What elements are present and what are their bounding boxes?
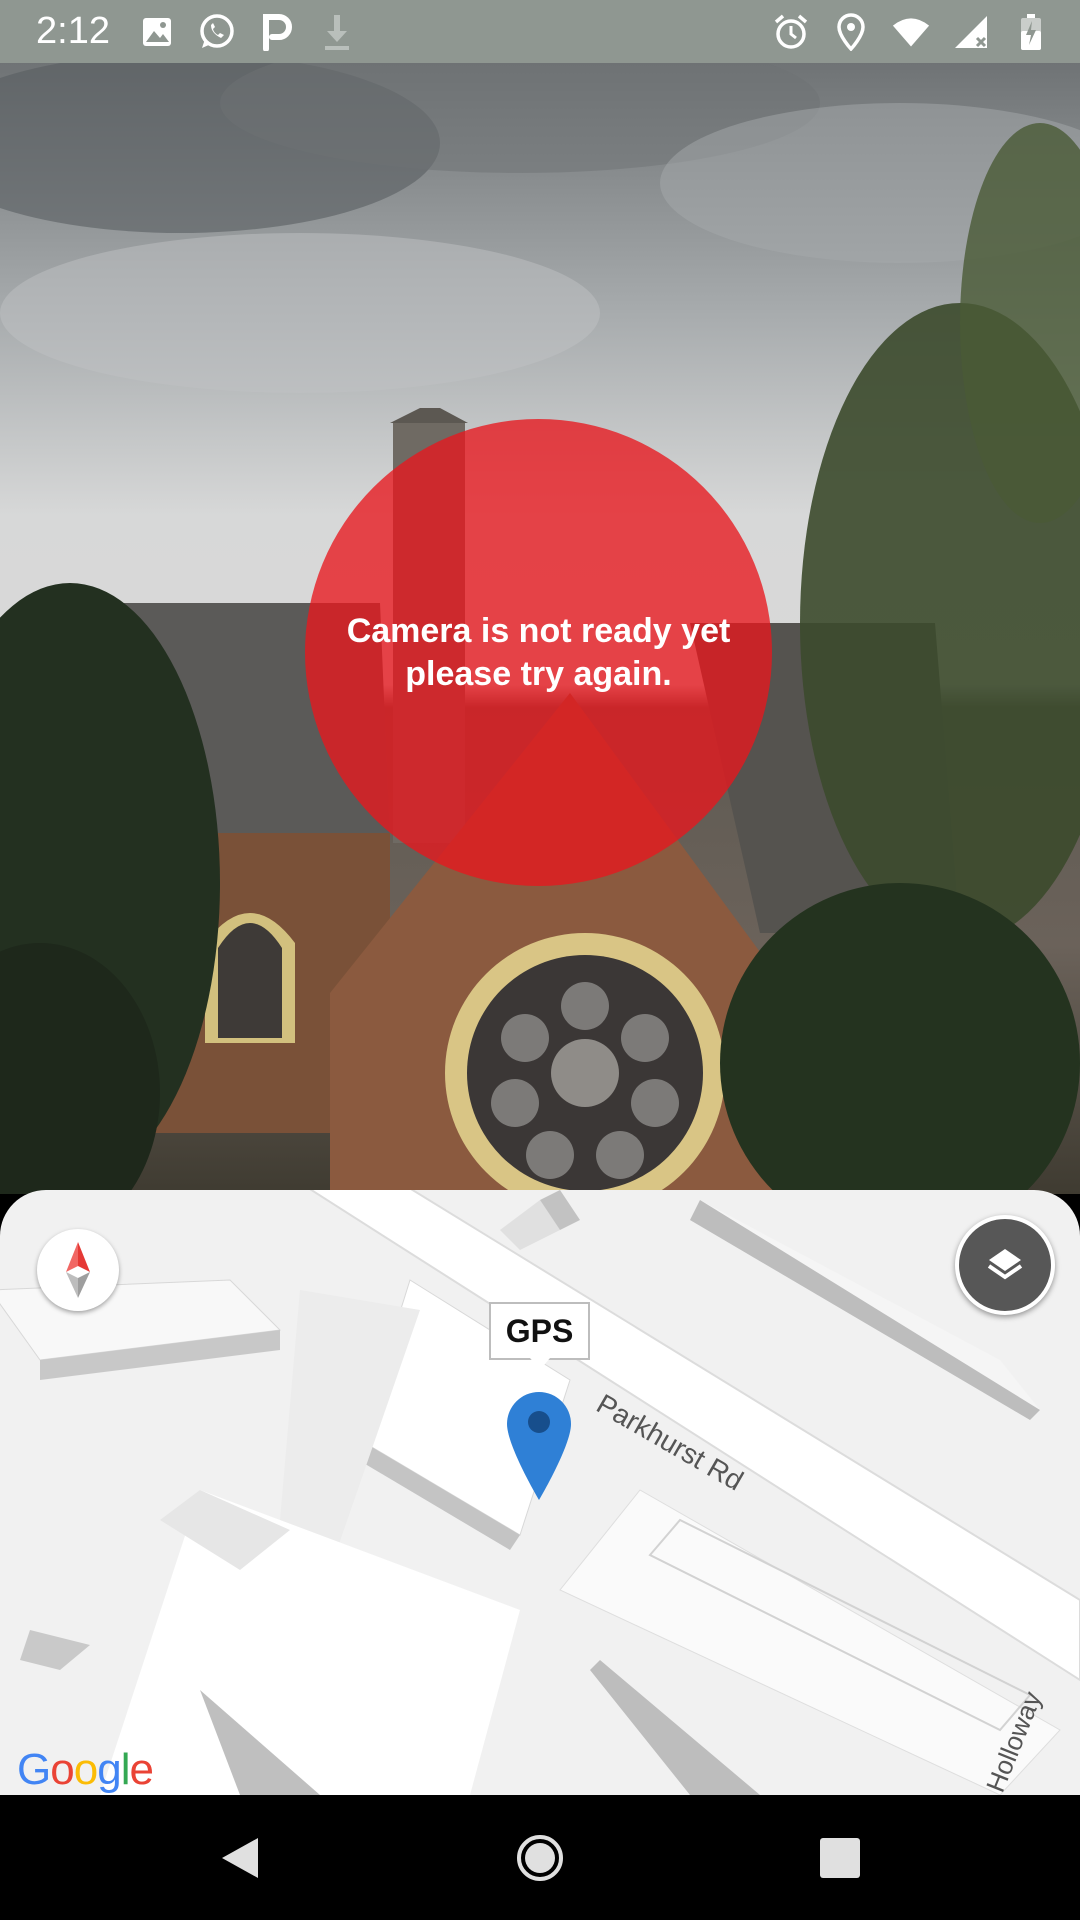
wifi-icon — [892, 13, 930, 51]
whatsapp-icon — [198, 13, 236, 51]
location-pin-icon[interactable] — [505, 1390, 573, 1502]
back-button[interactable] — [200, 1795, 280, 1920]
camera-error-line1: Camera is not ready yet — [346, 611, 731, 650]
image-icon — [138, 13, 176, 51]
camera-preview: Camera is not ready yet please try again… — [0, 63, 1080, 1194]
home-button[interactable] — [500, 1795, 580, 1920]
recents-button[interactable] — [800, 1795, 880, 1920]
back-icon — [222, 1837, 258, 1878]
navigation-bar — [0, 1795, 1080, 1920]
camera-error-overlay[interactable]: Camera is not ready yet please try again… — [305, 419, 772, 886]
alarm-icon — [772, 13, 810, 51]
notification-icons — [138, 13, 356, 51]
gps-marker-label: GPS — [489, 1302, 590, 1360]
compass-button[interactable] — [37, 1229, 119, 1311]
camera-error-line2: please try again. — [405, 654, 672, 693]
download-icon — [318, 13, 356, 51]
status-bar: 2:12 — [0, 0, 1080, 63]
battery-icon — [1012, 13, 1050, 51]
location-icon — [832, 12, 870, 51]
google-attribution-logo: Google — [17, 1745, 154, 1794]
status-time: 2:12 — [36, 10, 110, 52]
recents-icon — [820, 1837, 860, 1878]
compass-icon — [66, 1242, 90, 1298]
camera-error-message: Camera is not ready yet please try again… — [329, 610, 749, 696]
parking-p-icon — [258, 13, 296, 51]
layers-icon — [987, 1249, 1023, 1280]
home-icon — [517, 1834, 563, 1881]
system-icons — [772, 0, 1050, 63]
gps-marker-label-pointer — [530, 1358, 550, 1370]
cellular-signal-icon — [952, 13, 990, 51]
map-layers-button[interactable] — [955, 1215, 1055, 1315]
